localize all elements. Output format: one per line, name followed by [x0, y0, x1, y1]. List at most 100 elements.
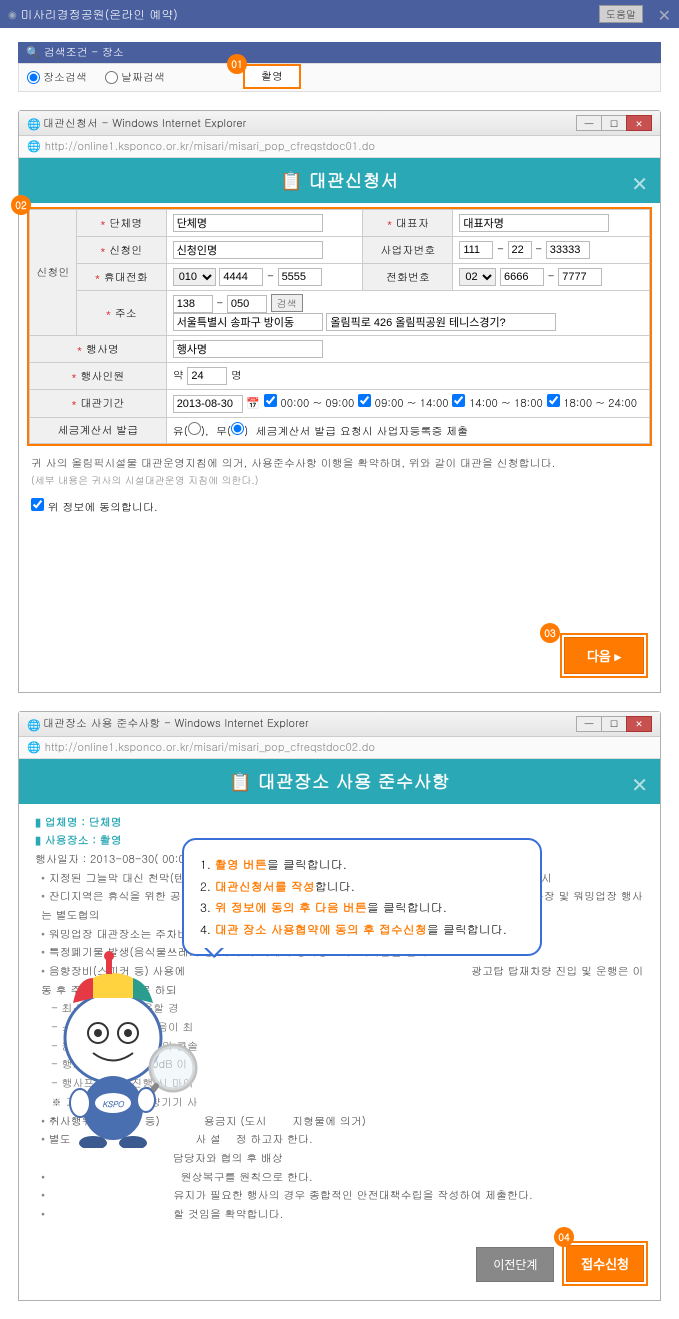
date-search-radio[interactable]: 날짜검색	[105, 70, 165, 85]
win-min-button[interactable]: ─	[576, 115, 602, 131]
rule-8: 원상복구를 원칙으로 한다.	[41, 1169, 644, 1188]
win1-titlebar: 🌐 대관신청서 - Windows Internet Explorer ─ ☐ …	[19, 111, 660, 136]
slot1-check[interactable]	[264, 394, 277, 407]
rules-org: 업체명 : 단체명	[45, 815, 122, 830]
slot2-check[interactable]	[358, 394, 371, 407]
win2-url-bar: 🌐 http://online1.ksponco.or.kr/misari/mi…	[19, 737, 660, 759]
mobile2-input[interactable]	[278, 268, 322, 286]
phone2-input[interactable]	[558, 268, 602, 286]
selected-place-box[interactable]: 촬영	[243, 64, 301, 89]
period-label: 대관기간	[71, 396, 124, 411]
phone1-input[interactable]	[500, 268, 544, 286]
mascot-character: KSPO	[38, 948, 198, 1152]
rep-label: 대표자	[387, 216, 429, 231]
win2-min-button[interactable]: ─	[576, 716, 602, 732]
event-input[interactable]	[173, 340, 323, 358]
name-input[interactable]	[173, 241, 323, 259]
slot1-label: 00:00 ~ 09:00	[280, 396, 354, 411]
marker-04: 04	[554, 1227, 574, 1247]
help-bubble: 1. 촬영 버튼을 클릭합니다. 2. 대관신청서를 작성합니다. 3. 위 정…	[182, 838, 542, 956]
next-button[interactable]: 다음 ▸	[564, 637, 644, 674]
help-button[interactable]: 도움말	[599, 5, 643, 23]
agree-checkbox[interactable]	[31, 498, 44, 511]
period-date-input[interactable]	[173, 395, 243, 413]
biz-label: 사업자번호	[380, 243, 435, 258]
people-label: 행사인원	[71, 369, 124, 384]
search-title: 검색조건 - 장소	[44, 45, 124, 60]
tax-tail: 세금계산서 발급 요청시 사업자등록증 제출	[256, 424, 469, 439]
gear-icon: ◉	[8, 7, 17, 21]
note-line1: 귀 사의 올림픽시설물 대관운영지침에 의거, 사용준수사항 이행을 확약하며,…	[31, 456, 648, 473]
win1-title: 대관신청서 - Windows Internet Explorer	[43, 116, 246, 131]
marker-03: 03	[540, 623, 560, 643]
people-pre: 약	[173, 368, 184, 383]
addr2-input[interactable]	[326, 313, 556, 331]
win1-url: http://online1.ksponco.or.kr/misari/misa…	[45, 139, 375, 154]
place-radio-input[interactable]	[27, 71, 40, 84]
applicant-head: 신청인	[30, 210, 77, 336]
prev-button[interactable]: 이전단계	[476, 1247, 554, 1282]
search-panel: 🔍 검색조건 - 장소 장소검색 날짜검색 01 촬영	[18, 42, 661, 92]
ie-icon: 🌐	[27, 117, 39, 129]
search-head: 🔍 검색조건 - 장소	[18, 42, 661, 63]
rep-input[interactable]	[459, 214, 609, 232]
org-input[interactable]	[173, 214, 323, 232]
addr-search-button[interactable]: 검색	[271, 294, 303, 312]
clipboard-icon: 📋	[280, 168, 302, 193]
phone-label: 전화번호	[386, 270, 430, 285]
addr-label: 주소	[106, 306, 137, 321]
zip1-input[interactable]	[173, 295, 213, 313]
win2-url: http://online1.ksponco.or.kr/misari/misa…	[45, 740, 375, 755]
date-radio-label: 날짜검색	[121, 70, 165, 85]
people-post: 명	[231, 368, 242, 383]
mobile1-input[interactable]	[219, 268, 263, 286]
slot3-check[interactable]	[452, 394, 465, 407]
app-close-icon[interactable]: ✕	[658, 3, 671, 26]
ie-icon: 🌐	[27, 718, 39, 730]
win-close-button[interactable]: ✕	[626, 115, 652, 131]
doc2-title: 대관장소 사용 준수사항	[258, 769, 450, 794]
biz2-input[interactable]	[508, 241, 532, 259]
agreement-note: 귀 사의 올림픽시설물 대관운영지침에 의거, 사용준수사항 이행을 확약하며,…	[31, 456, 648, 488]
tax-yes-radio[interactable]	[188, 422, 201, 435]
people-input[interactable]	[187, 367, 227, 385]
mobile-label: 휴대전화	[95, 270, 148, 285]
mobile-prefix-select[interactable]: 010	[173, 268, 216, 286]
slot2-label: 09:00 ~ 14:00	[375, 396, 449, 411]
org-label: 단체명	[100, 216, 142, 231]
application-form-table: 신청인 단체명 대표자 신청인 사업자번호 - - 휴대전화 010	[29, 209, 650, 444]
slot4-label: 18:00 ~ 24:00	[563, 396, 637, 411]
doc2-close-icon[interactable]: ✕	[631, 769, 648, 798]
tax-no-radio[interactable]	[231, 422, 244, 435]
next-button-wrap: 다음 ▸	[560, 633, 648, 678]
tax-label: 세금계산서 발급	[58, 423, 139, 438]
event-label: 행사명	[77, 342, 119, 357]
submit-button-wrap: 접수신청	[562, 1241, 648, 1286]
rules-place: 사용장소 : 촬영	[45, 833, 122, 848]
slot4-check[interactable]	[547, 394, 560, 407]
tax-yes: 유(	[173, 424, 188, 439]
doc1-close-icon[interactable]: ✕	[631, 168, 648, 197]
phone-prefix-select[interactable]: 02	[459, 268, 496, 286]
search-icon: 🔍	[26, 45, 40, 60]
zip2-input[interactable]	[227, 295, 267, 313]
marker-01: 01	[227, 54, 247, 74]
place-radio-label: 장소검색	[43, 70, 87, 85]
agree-label: 위 정보에 동의합니다.	[48, 500, 158, 515]
win2-max-button[interactable]: ☐	[601, 716, 627, 732]
submit-button[interactable]: 접수신청	[566, 1245, 644, 1282]
win2-close-button[interactable]: ✕	[626, 716, 652, 732]
win2-title: 대관장소 사용 준수사항 - Windows Internet Explorer	[43, 716, 309, 731]
biz3-input[interactable]	[546, 241, 590, 259]
rule-10: 할 것임을 확약합니다.	[41, 1206, 644, 1225]
win-max-button[interactable]: ☐	[601, 115, 627, 131]
doc2-header: 📋 대관장소 사용 준수사항 ✕	[19, 759, 660, 804]
biz1-input[interactable]	[459, 241, 493, 259]
app-header: ◉ 미사리경정공원(온라인 예약) 도움말 ✕	[0, 0, 679, 28]
place-search-radio[interactable]: 장소검색	[27, 70, 87, 85]
addr1-input[interactable]	[173, 313, 323, 331]
calendar-icon[interactable]: 📅	[246, 396, 260, 411]
date-radio-input[interactable]	[105, 71, 118, 84]
win1-url-bar: 🌐 http://online1.ksponco.or.kr/misari/mi…	[19, 136, 660, 158]
clipboard-icon: 📋	[229, 769, 251, 794]
